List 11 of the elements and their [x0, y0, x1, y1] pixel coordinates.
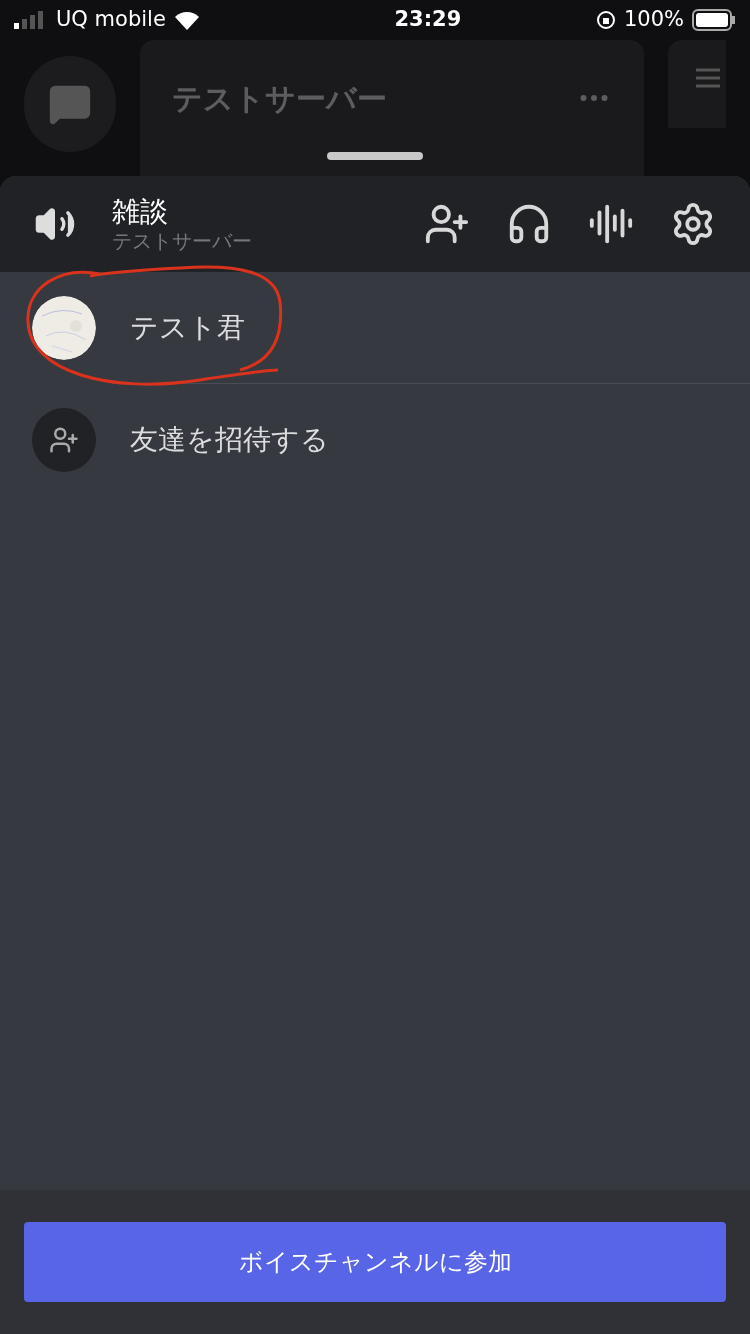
server-name: テストサーバー [171, 80, 387, 118]
clock: 23:29 [394, 6, 462, 34]
carrier-name: UQ mobile [56, 6, 166, 34]
battery-percent: 100% [623, 6, 684, 34]
member-row[interactable]: テスト君 [0, 272, 750, 384]
invite-label: 友達を招待する [130, 422, 329, 458]
join-voice-button[interactable]: ボイスチャンネルに参加 [24, 1222, 726, 1302]
invite-row[interactable]: 友達を招待する [0, 384, 750, 496]
channel-server-name: テストサーバー [112, 229, 252, 254]
member-name: テスト君 [130, 310, 245, 346]
channel-name: 雑談 [112, 194, 169, 229]
